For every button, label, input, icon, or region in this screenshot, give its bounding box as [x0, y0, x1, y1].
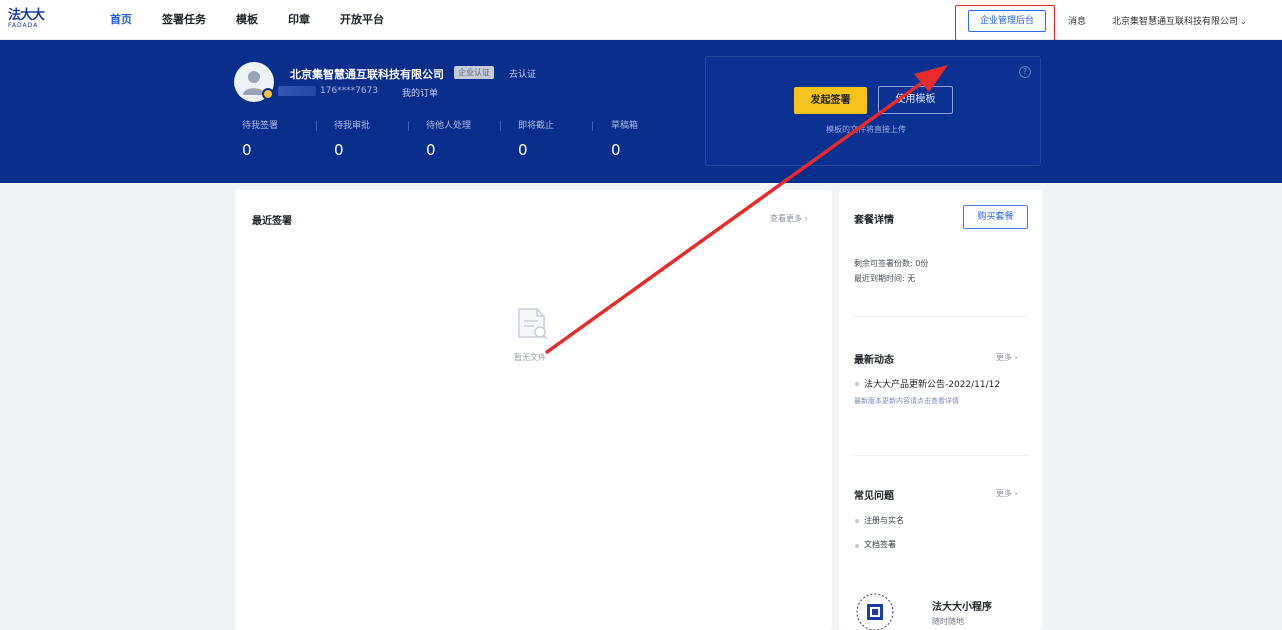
bullet-icon	[855, 544, 859, 548]
my-orders-link[interactable]: 我的订单	[402, 86, 438, 99]
stat-divider	[408, 121, 409, 131]
annotation-highlight-box	[955, 5, 1055, 41]
bullet-icon	[855, 519, 859, 523]
stat-value: 0	[518, 141, 528, 159]
stat-value: 0	[242, 141, 252, 159]
company-name: 北京集智慧通互联科技有限公司	[290, 68, 444, 81]
verified-badge-icon	[262, 88, 274, 100]
stat-divider	[592, 121, 593, 131]
divider	[853, 316, 1028, 317]
news-title: 最新动态	[854, 355, 894, 366]
faq-item-register[interactable]: 注册与实名	[864, 515, 904, 526]
nav-open-platform[interactable]: 开放平台	[340, 0, 384, 40]
recent-sign-card	[235, 190, 832, 630]
stat-value: 0	[334, 141, 344, 159]
nav-templates[interactable]: 模板	[236, 0, 258, 40]
side-panel	[839, 190, 1042, 630]
phone-number: 176****7673	[320, 86, 379, 96]
verify-link[interactable]: 去认证	[509, 67, 536, 80]
empty-state-text: 暂无文件	[514, 353, 546, 362]
package-title: 套餐详情	[854, 215, 894, 226]
bullet-icon	[855, 382, 859, 386]
logo-subtext: FADADA	[8, 22, 39, 29]
masked-field	[278, 86, 316, 96]
stat-value: 0	[426, 141, 436, 159]
messages-link[interactable]: 消息	[1068, 14, 1086, 27]
stat-divider	[500, 121, 501, 131]
divider	[853, 455, 1028, 456]
company-switcher[interactable]: 北京集智慧通互联科技有限公司 ⌄	[1112, 14, 1247, 27]
dashboard-banner	[0, 40, 1282, 183]
stat-value: 0	[611, 141, 621, 159]
top-navbar: 法大大 FADADA 首页 签署任务 模板 印章 开放平台 企业管理后台 消息 …	[0, 0, 1282, 41]
main-nav: 首页 签署任务 模板 印章 开放平台	[110, 0, 414, 40]
mini-program-title: 法大大小程序	[932, 602, 992, 613]
recent-sign-title: 最近签署	[252, 216, 292, 227]
news-more-link[interactable]: 更多 ›	[996, 352, 1018, 363]
start-sign-button[interactable]: 发起签署	[794, 87, 867, 114]
stat-pending-others[interactable]: 待他人处理 0	[426, 118, 506, 159]
nav-sign-tasks[interactable]: 签署任务	[162, 0, 206, 40]
faq-title: 常见问题	[854, 491, 894, 502]
stat-drafts[interactable]: 草稿箱 0	[611, 118, 691, 159]
faq-more-link[interactable]: 更多 ›	[996, 488, 1018, 499]
news-item-desc[interactable]: 最新版本更新内容请点击查看详情	[854, 396, 959, 406]
stat-pending-approval[interactable]: 待我审批 0	[334, 118, 414, 159]
chevron-down-icon: ⌄	[1240, 17, 1247, 26]
mini-program-sub: 随时随地	[932, 617, 964, 626]
brand-logo[interactable]: 法大大 FADADA	[8, 9, 52, 33]
enterprise-tag: 企业认证	[454, 66, 494, 79]
action-hint: 模板的文件将直接上传	[826, 125, 906, 134]
nav-home[interactable]: 首页	[110, 0, 132, 40]
mini-program-qr-icon	[856, 593, 894, 630]
company-switcher-label: 北京集智慧通互联科技有限公司	[1112, 17, 1239, 27]
buy-package-button[interactable]: 购买套餐	[963, 205, 1028, 229]
stat-label: 即将截止	[518, 121, 555, 131]
recent-more-link[interactable]: 查看更多 ›	[770, 213, 808, 224]
stat-pending-sign[interactable]: 待我签署 0	[242, 118, 322, 159]
faq-item-signing[interactable]: 文档签署	[864, 539, 896, 550]
stat-expiring[interactable]: 即将截止 0	[518, 118, 598, 159]
stat-label: 草稿箱	[611, 121, 639, 131]
logo-text: 法大大	[8, 8, 45, 23]
news-item-title[interactable]: 法大大产品更新公告-2022/11/12	[864, 377, 1000, 390]
help-icon[interactable]: ?	[1019, 66, 1031, 78]
nav-seals[interactable]: 印章	[288, 0, 310, 40]
stat-label: 待我签署	[242, 121, 279, 131]
stat-label: 待我审批	[334, 121, 371, 131]
stat-divider	[316, 121, 317, 131]
empty-document-icon	[518, 308, 548, 340]
stat-label: 待他人处理	[426, 121, 472, 131]
quick-actions-panel	[705, 56, 1041, 166]
remaining-quota: 剩余可签署份数: 0份	[854, 259, 929, 268]
expiry-date: 最近到期时间: 无	[854, 274, 916, 283]
use-template-button[interactable]: 使用模板	[878, 86, 953, 114]
